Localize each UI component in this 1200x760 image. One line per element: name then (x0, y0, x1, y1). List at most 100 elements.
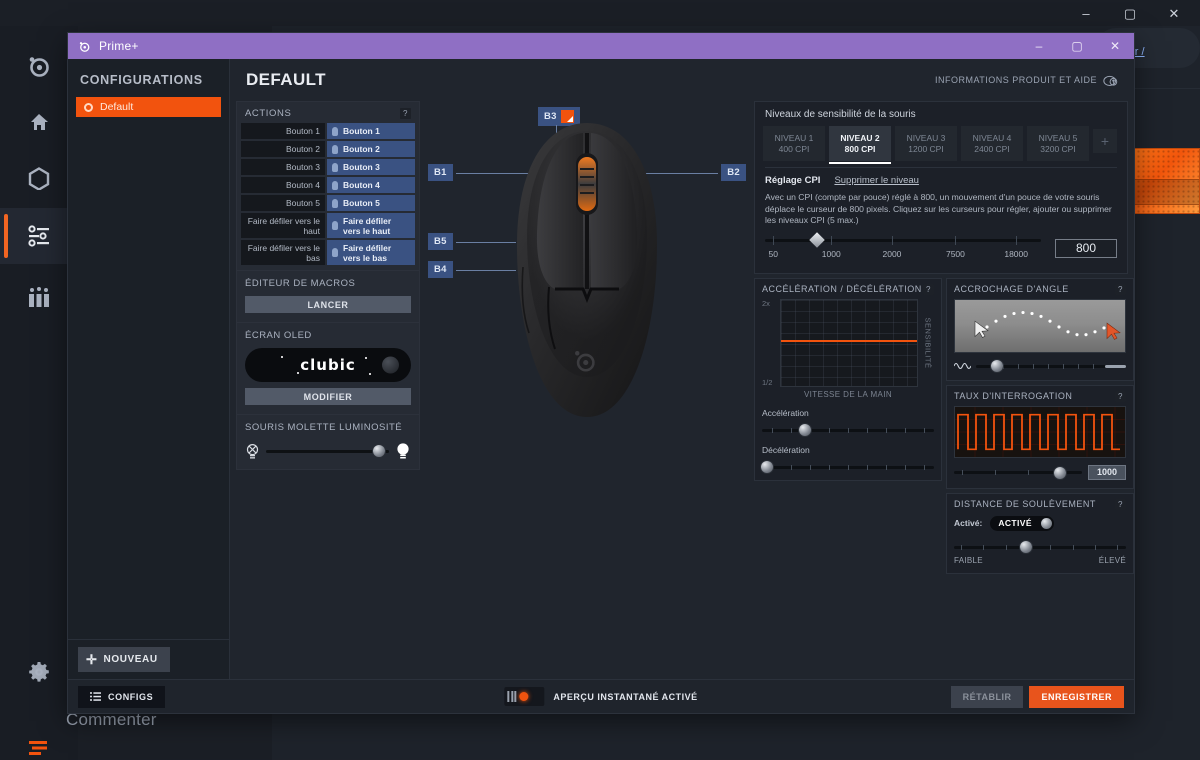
cpi-level-name: NIVEAU 5 (1038, 133, 1078, 143)
plus-icon: ✛ (86, 652, 98, 667)
engine-apps-icon[interactable] (0, 270, 78, 326)
os-maximize-button[interactable]: ▢ (1108, 0, 1152, 26)
cpi-level-value: 800 CPI (844, 144, 876, 154)
button-tag-b4[interactable]: B4 (428, 261, 453, 278)
os-close-button[interactable]: ✕ (1152, 0, 1196, 26)
button-tag-b5[interactable]: B5 (428, 233, 453, 250)
configs-button[interactable]: CONFIGS (78, 685, 166, 708)
angle-snapping-slider-row[interactable] (954, 360, 1126, 372)
home-icon[interactable] (0, 94, 78, 150)
action-value-label: Faire défiler vers le bas (343, 242, 392, 263)
window-close-button[interactable]: ✕ (1096, 33, 1134, 59)
polling-rate-illustration (954, 405, 1126, 458)
new-config-button[interactable]: ✛ NOUVEAU (78, 647, 170, 672)
cpi-slider-handle[interactable] (809, 232, 826, 248)
decel-slider[interactable] (761, 461, 934, 473)
window-maximize-button[interactable]: ▢ (1058, 33, 1096, 59)
decel-slider-handle[interactable] (761, 461, 774, 473)
cpi-level-4[interactable]: NIVEAU 4 2400 CPI (961, 126, 1023, 161)
cpi-level-value: 2400 CPI (974, 144, 1010, 154)
table-row[interactable]: Bouton 2 Bouton 2 (241, 141, 415, 157)
cpi-level-5[interactable]: NIVEAU 5 3200 CPI (1027, 126, 1089, 161)
action-value[interactable]: Bouton 1 (327, 123, 415, 139)
add-cpi-level-button[interactable]: + (1093, 129, 1117, 153)
cpi-slider-track[interactable] (765, 232, 1041, 248)
steelseries-logo-icon[interactable] (0, 38, 78, 94)
wheel-brightness-track[interactable] (266, 445, 389, 457)
action-value[interactable]: Bouton 3 (327, 159, 415, 175)
cpi-level-3[interactable]: NIVEAU 3 1200 CPI (895, 126, 957, 161)
wave-icon (954, 362, 971, 369)
reset-button[interactable]: RÉTABLIR (950, 685, 1024, 708)
button-tag-b1[interactable]: B1 (428, 164, 453, 181)
mouse-icon (332, 221, 338, 230)
angle-snapping-panel: ACCROCHAGE D'ANGLE ? (946, 277, 1134, 381)
action-value[interactable]: Faire défiler vers le haut (327, 213, 415, 238)
delete-level-link[interactable]: Supprimer le niveau (834, 175, 919, 186)
angle-snapping-handle[interactable] (991, 360, 1003, 372)
acceleration-header: ACCÉLÉRATION / DÉCÉLÉRATION ? (755, 279, 941, 299)
config-item-default[interactable]: Default (76, 97, 221, 117)
wheel-brightness-knob[interactable] (373, 445, 386, 457)
cpi-level-2[interactable]: NIVEAU 2 800 CPI (829, 126, 891, 164)
accel-slider-label: Accélération (762, 407, 809, 418)
cpi-level-tabs: NIVEAU 1 400 CPI NIVEAU 2 800 CPI NIVEAU… (755, 126, 1127, 164)
table-row[interactable]: Bouton 5 Bouton 5 (241, 195, 415, 211)
action-value[interactable]: Bouton 4 (327, 177, 415, 193)
lift-toggle-knob[interactable] (1041, 517, 1053, 529)
snap-dots (974, 310, 1121, 340)
sidebar-item-devices-sliders[interactable] (0, 208, 78, 264)
angle-snapping-help-icon[interactable]: ? (1115, 283, 1126, 295)
table-row[interactable]: Bouton 3 Bouton 3 (241, 159, 415, 175)
lift-distance-toggle[interactable]: ACTIVÉ (990, 515, 1055, 531)
action-value[interactable]: Faire défiler vers le bas (327, 240, 415, 265)
table-row[interactable]: Bouton 1 Bouton 1 (241, 123, 415, 139)
window-minimize-button[interactable]: – (1020, 33, 1058, 59)
action-value[interactable]: Bouton 5 (327, 195, 415, 211)
polling-rate-handle[interactable] (1054, 466, 1067, 479)
cpi-level-value: 400 CPI (778, 144, 810, 154)
cpi-slider[interactable]: 50 1000 2000 7500 18000 (765, 232, 1041, 263)
polling-rate-value[interactable]: 1000 (1088, 464, 1126, 480)
gear-icon[interactable] (0, 644, 78, 700)
wheel-brightness-slider-row[interactable] (245, 442, 411, 460)
oled-preview[interactable]: clubic (245, 348, 411, 382)
lift-distance-slider[interactable] (954, 541, 1126, 553)
launch-macro-editor-button[interactable]: LANCER (245, 296, 411, 313)
table-row[interactable]: Faire défiler vers le haut Faire défiler… (241, 213, 415, 238)
acceleration-graph[interactable] (780, 298, 918, 387)
angle-snapping-slider[interactable] (976, 360, 1126, 372)
actions-help-icon[interactable]: ? (400, 108, 411, 119)
action-value[interactable]: Bouton 2 (327, 141, 415, 157)
acceleration-help-icon[interactable]: ? (923, 283, 934, 295)
angle-snapping-body (947, 298, 1133, 380)
save-button[interactable]: ENREGISTRER (1029, 685, 1124, 708)
table-row[interactable]: Bouton 4 Bouton 4 (241, 177, 415, 193)
polling-rate-help-icon[interactable]: ? (1115, 390, 1126, 402)
hexagon-icon[interactable] (0, 150, 78, 206)
cpi-settings-header: Réglage CPI Supprimer le niveau (765, 175, 1117, 186)
actions-panel: ACTIONS ? Bouton 1 Bouton 1 Bouton 2 Bou… (236, 101, 420, 470)
lift-distance-help-icon[interactable]: ? (1115, 498, 1126, 510)
instant-preview-toggle[interactable] (504, 687, 545, 706)
cpi-value-input[interactable]: 800 (1055, 238, 1117, 258)
table-row[interactable]: Faire défiler vers le bas Faire défiler … (241, 240, 415, 265)
square-wave-graph (955, 406, 1125, 457)
accel-slider-handle[interactable] (799, 424, 811, 436)
polling-rate-slider[interactable] (954, 466, 1082, 479)
button-tag-b2[interactable]: B2 (721, 164, 746, 181)
lift-distance-handle[interactable] (1020, 541, 1033, 553)
polling-rate-slider-row[interactable]: 1000 (954, 464, 1126, 480)
cpi-level-1[interactable]: NIVEAU 1 400 CPI (763, 126, 825, 161)
app-rail (0, 26, 78, 760)
page-title: DEFAULT (246, 70, 326, 89)
edit-oled-button[interactable]: MODIFIER (245, 388, 411, 405)
action-value-label: Bouton 5 (343, 198, 380, 208)
instant-preview-control[interactable]: APERÇU INSTANTANÉ ACTIVÉ (504, 687, 697, 706)
instant-preview-label: APERÇU INSTANTANÉ ACTIVÉ (553, 691, 698, 702)
lift-distance-track[interactable] (954, 545, 1126, 549)
product-info-help-link[interactable]: INFORMATIONS PRODUIT ET AIDE (935, 74, 1118, 87)
oled-title: ÉCRAN OLED (245, 330, 312, 341)
accel-slider[interactable] (762, 424, 934, 436)
os-minimize-button[interactable]: – (1064, 0, 1108, 26)
